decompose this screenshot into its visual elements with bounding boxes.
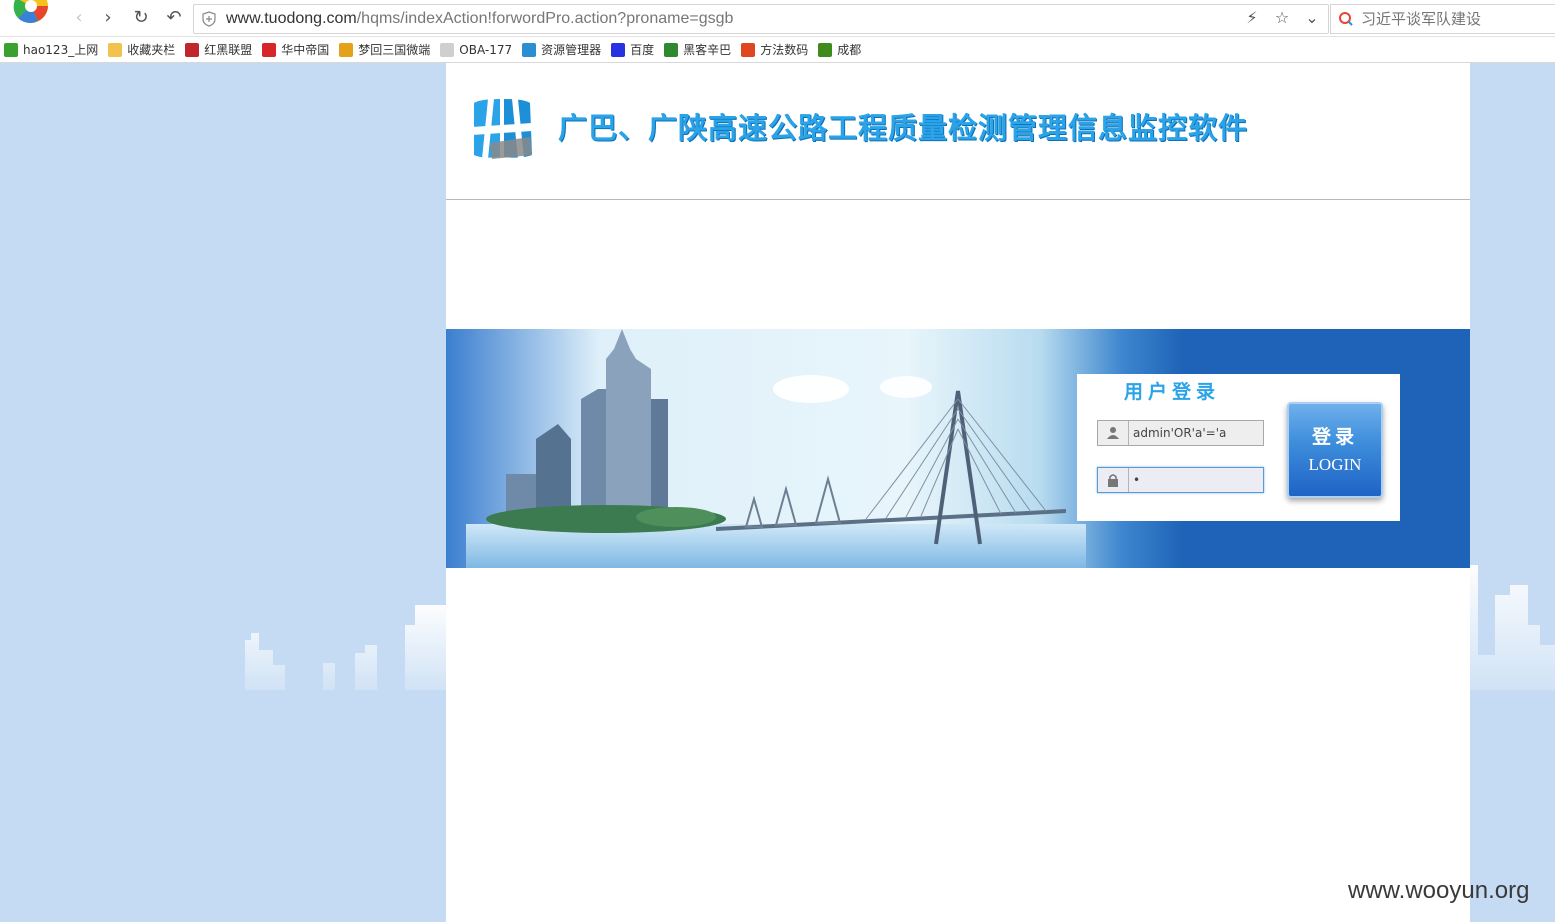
password-input[interactable] xyxy=(1129,472,1263,488)
login-button-en: LOGIN xyxy=(1308,455,1362,474)
password-field[interactable] xyxy=(1097,467,1264,493)
browser-toolbar: ‹ › ↻ ↶ www.tuodong.com/hqms/indexAction… xyxy=(0,0,1555,37)
bookmark-label: hao123_上网 xyxy=(23,43,99,57)
site-logo-icon xyxy=(472,99,532,159)
login-title: 用户登录 xyxy=(1123,381,1220,403)
bookmark-item[interactable]: 华中帝国 xyxy=(262,41,329,58)
page-content: 广巴、广陕高速公路工程质量检测管理信息监控软件 用户登录 admin'OR'a'… xyxy=(446,63,1470,922)
shield-icon xyxy=(202,11,216,27)
bookmark-item[interactable]: 收藏夹栏 xyxy=(108,41,175,58)
skyline-right-decoration xyxy=(1470,565,1555,690)
lightning-icon[interactable]: ⚡ xyxy=(1242,8,1262,27)
address-bar[interactable]: www.tuodong.com/hqms/indexAction!forword… xyxy=(193,4,1329,34)
chevron-down-icon[interactable]: ⌄ xyxy=(1302,8,1322,27)
diamond-icon xyxy=(741,42,756,57)
search-icon xyxy=(1339,12,1353,26)
bookmarks-bar: hao123_上网 收藏夹栏 红黑联盟 华中帝国 梦回三国微端 OBA-177 资源管理器 百… xyxy=(0,37,1555,63)
browser-logo-icon[interactable] xyxy=(8,0,54,30)
bookmark-item[interactable]: 成都 xyxy=(818,41,861,58)
url-text: www.tuodong.com/hqms/indexAction!forword… xyxy=(226,10,733,28)
folder-icon xyxy=(108,42,123,57)
bookmark-item[interactable]: OBA-177 xyxy=(440,42,513,57)
reload-button[interactable]: ↻ xyxy=(130,6,152,28)
paw-icon xyxy=(611,42,626,57)
lock-icon xyxy=(1098,468,1129,492)
login-button-cn: 登录 xyxy=(1311,426,1358,448)
login-panel: 用户登录 登录 LOGIN xyxy=(1077,374,1400,521)
bird-icon xyxy=(262,42,277,57)
chart-icon xyxy=(818,42,833,57)
url-host: www.tuodong.com xyxy=(226,10,357,27)
username-field[interactable] xyxy=(1097,420,1264,446)
bookmark-label: 百度 xyxy=(630,43,655,57)
watermark: www.wooyun.org xyxy=(1348,877,1530,904)
bookmark-item[interactable]: hao123_上网 xyxy=(4,41,98,58)
bookmark-label: 梦回三国微端 xyxy=(358,43,431,57)
page-icon xyxy=(440,42,455,57)
skyline-left-decoration xyxy=(245,605,446,690)
bookmark-item[interactable]: 百度 xyxy=(611,41,654,58)
site-header: 广巴、广陕高速公路工程质量检测管理信息监控软件 xyxy=(446,63,1470,200)
bookmark-item[interactable]: 黑客辛巴 xyxy=(664,41,731,58)
bookmark-label: 华中帝国 xyxy=(281,43,330,57)
shield-icon xyxy=(185,42,200,57)
search-box[interactable] xyxy=(1330,4,1555,34)
search-input[interactable] xyxy=(1359,9,1553,29)
user-icon xyxy=(1098,421,1129,445)
forward-button[interactable]: › xyxy=(97,6,119,28)
bookmark-item[interactable]: 方法数码 xyxy=(741,41,808,58)
bookmark-item[interactable]: 梦回三国微端 xyxy=(339,41,430,58)
undo-button[interactable]: ↶ xyxy=(163,6,185,28)
bookmark-label: 黑客辛巴 xyxy=(683,43,732,57)
site-title: 广巴、广陕高速公路工程质量检测管理信息监控软件 xyxy=(558,111,1249,145)
bookmark-label: 成都 xyxy=(837,43,862,57)
bookmark-label: 方法数码 xyxy=(760,43,809,57)
tree-icon xyxy=(664,42,679,57)
bookmark-item[interactable]: 资源管理器 xyxy=(522,41,601,58)
game-icon xyxy=(339,42,354,57)
hao123-icon xyxy=(4,42,18,57)
username-input[interactable] xyxy=(1129,425,1263,441)
bookmark-label: 资源管理器 xyxy=(541,43,602,57)
bookmark-item[interactable]: 红黑联盟 xyxy=(185,41,252,58)
globe-icon xyxy=(522,42,537,57)
star-icon[interactable]: ☆ xyxy=(1272,8,1292,27)
bookmark-label: 红黑联盟 xyxy=(204,43,253,57)
bookmark-label: OBA-177 xyxy=(459,42,513,57)
login-banner: 用户登录 登录 LOGIN xyxy=(446,329,1470,568)
back-button[interactable]: ‹ xyxy=(68,6,90,28)
login-button[interactable]: 登录 LOGIN xyxy=(1287,402,1383,498)
bookmark-label: 收藏夹栏 xyxy=(127,43,176,57)
url-path: /hqms/indexAction!forwordPro.action?pron… xyxy=(356,10,734,27)
